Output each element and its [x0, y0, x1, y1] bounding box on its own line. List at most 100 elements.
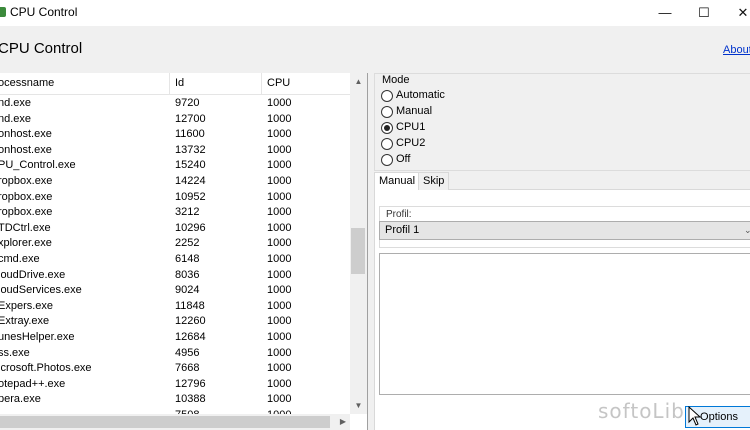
table-row[interactable]: onhost.exe 11600 1000	[0, 127, 350, 143]
process-name-cell: Extray.exe	[0, 315, 50, 328]
radio-circle-icon[interactable]	[381, 137, 393, 150]
process-cpu-cell: 1000	[267, 159, 292, 172]
process-name-cell: onhost.exe	[0, 128, 52, 141]
table-row[interactable]: ropbox.exe 10952 1000	[0, 190, 350, 206]
process-cpu-cell: 1000	[267, 128, 292, 141]
tab-skip[interactable]: Skip	[418, 172, 450, 190]
process-id-cell: 9720	[175, 97, 200, 109]
table-row[interactable]: unesHelper.exe 12684 1000	[0, 330, 350, 346]
process-name-cell: ropbox.exe	[0, 190, 53, 203]
scroll-up-icon[interactable]: ▲	[350, 73, 367, 90]
table-row[interactable]: Extray.exe 12260 1000	[0, 314, 350, 330]
table-row[interactable]: onhost.exe 13732 1000	[0, 143, 350, 159]
process-id-cell: 10296	[175, 221, 206, 234]
process-name-cell: unesHelper.exe	[0, 330, 75, 343]
column-header-processname[interactable]: ocessname	[0, 77, 54, 89]
process-cpu-cell: 1000	[267, 174, 292, 187]
radio-circle-icon[interactable]	[381, 153, 393, 166]
mode-legend: Mode	[381, 74, 411, 86]
chevron-down-icon[interactable]: ⌄	[744, 222, 750, 239]
column-header-cpu[interactable]: CPU	[267, 77, 290, 89]
scroll-down-icon[interactable]: ▼	[350, 397, 367, 414]
app-heading: CPU Control	[0, 40, 83, 57]
radio-checked-icon[interactable]	[381, 121, 393, 134]
process-cpu-cell: 1000	[267, 206, 292, 219]
window-title: CPU Control	[10, 5, 78, 19]
process-name-cell: pera.exe	[0, 393, 41, 406]
profile-text-area[interactable]	[379, 253, 750, 395]
table-row[interactable]: TDCtrl.exe 10296 1000	[0, 221, 350, 237]
radio-off[interactable]: Off	[381, 153, 410, 168]
control-panel: Mode Automatic Manual CPU1 CPU2 Off Manu…	[372, 73, 750, 430]
profil-select[interactable]: Profil 1 ⌄	[379, 221, 750, 240]
radio-manual[interactable]: Manual	[381, 105, 432, 120]
process-id-cell: 2252	[175, 237, 200, 250]
scroll-right-icon[interactable]: ▶	[336, 414, 350, 430]
column-divider[interactable]	[261, 73, 262, 95]
radio-circle-icon[interactable]	[381, 89, 393, 102]
radio-cpu1[interactable]: CPU1	[381, 121, 425, 136]
table-row[interactable]: ropbox.exe 14224 1000	[0, 174, 350, 190]
process-id-cell: 9024	[175, 284, 200, 297]
table-row[interactable]: Expers.exe 11848 1000	[0, 299, 350, 315]
table-row[interactable]: icrosoft.Photos.exe 7668 1000	[0, 361, 350, 377]
horizontal-scroll-thumb[interactable]	[0, 416, 330, 428]
process-name-cell: loudServices.exe	[0, 284, 82, 297]
process-name-cell: ss.exe	[0, 346, 30, 359]
process-cpu-cell: 1000	[267, 190, 292, 203]
process-cpu-cell: 1000	[267, 330, 292, 343]
column-divider[interactable]	[169, 73, 170, 95]
mouse-cursor-icon	[688, 406, 702, 426]
process-id-cell: 11848	[175, 299, 205, 312]
process-cpu-cell: 1000	[267, 221, 292, 234]
process-cpu-cell: 1000	[267, 346, 292, 359]
process-cpu-cell: 1000	[267, 268, 292, 281]
table-row[interactable]: nd.exe 12700 1000	[0, 112, 350, 128]
process-name-cell: cmd.exe	[0, 252, 40, 265]
process-name-cell: TDCtrl.exe	[0, 221, 51, 234]
table-row[interactable]: ss.exe 4956 1000	[0, 346, 350, 362]
column-header-id[interactable]: Id	[175, 77, 184, 89]
process-id-cell: 14224	[175, 174, 206, 187]
process-cpu-cell: 1000	[267, 252, 292, 265]
radio-automatic[interactable]: Automatic	[381, 89, 445, 104]
scroll-thumb[interactable]	[351, 228, 365, 274]
process-name-cell: loudDrive.exe	[0, 268, 66, 281]
mode-group: Mode Automatic Manual CPU1 CPU2 Off	[374, 73, 750, 171]
app-icon	[0, 7, 6, 17]
close-button[interactable]: ✕	[720, 0, 750, 26]
table-row[interactable]: otepad++.exe 12796 1000	[0, 377, 350, 393]
vertical-scrollbar[interactable]: ▲ ▼	[350, 73, 367, 414]
process-id-cell: 7668	[175, 362, 200, 375]
process-id-cell: 12700	[175, 112, 206, 125]
table-row[interactable]: PU_Control.exe 15240 1000	[0, 158, 350, 174]
table-row[interactable]: loudDrive.exe 8036 1000	[0, 268, 350, 284]
process-name-cell: ropbox.exe	[0, 174, 53, 187]
process-name-cell: nd.exe	[0, 97, 32, 109]
process-cpu-cell: 1000	[267, 97, 292, 109]
radio-circle-icon[interactable]	[381, 105, 393, 118]
title-bar: CPU Control — ☐ ✕	[0, 0, 750, 26]
process-cpu-cell: 1000	[267, 315, 292, 328]
table-row[interactable]: nd.exe 9720 1000	[0, 96, 350, 112]
table-row[interactable]: loudServices.exe 9024 1000	[0, 283, 350, 299]
process-id-cell: 4956	[175, 346, 200, 359]
process-id-cell: 11600	[175, 128, 205, 141]
process-cpu-cell: 1000	[267, 393, 292, 406]
about-link[interactable]: About	[723, 44, 750, 56]
process-cpu-cell: 1000	[267, 284, 292, 297]
column-headers: ocessname Id CPU	[0, 73, 350, 95]
radio-cpu2[interactable]: CPU2	[381, 137, 425, 152]
table-row[interactable]: xplorer.exe 2252 1000	[0, 236, 350, 252]
process-id-cell: 3212	[175, 206, 200, 219]
horizontal-scrollbar[interactable]: ▶	[0, 414, 350, 430]
table-row[interactable]: pera.exe 10388 1000	[0, 392, 350, 408]
process-cpu-cell: 1000	[267, 299, 292, 312]
process-cpu-cell: 1000	[267, 237, 292, 250]
table-row[interactable]: ropbox.exe 3212 1000	[0, 205, 350, 221]
process-name-cell: onhost.exe	[0, 143, 52, 156]
process-id-cell: 12796	[175, 377, 206, 390]
tab-manual[interactable]: Manual	[374, 172, 421, 191]
process-rows: nd.exe 9720 1000 nd.exe 12700 1000 onhost.exe 1…	[0, 96, 350, 414]
table-row[interactable]: cmd.exe 6148 1000	[0, 252, 350, 268]
